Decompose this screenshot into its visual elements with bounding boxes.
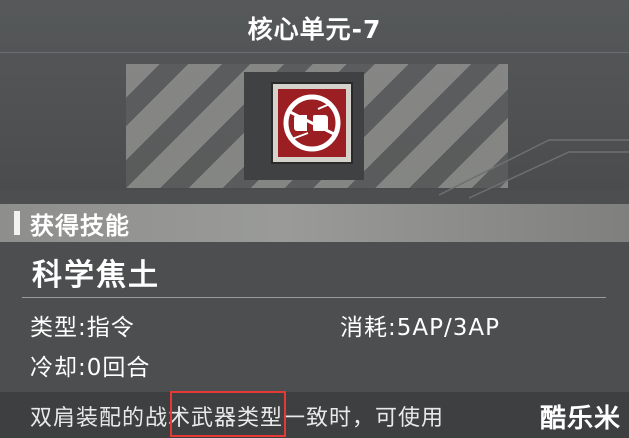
unit-detail-screen: 核心单元-7 获得技能 科学焦土 类型:指令 消耗:5AP/3AP 冷却:0回合… [0, 0, 629, 438]
unit-title: 核心单元-7 [247, 15, 382, 44]
skill-name: 科学焦土 [32, 258, 160, 293]
header-divider [0, 52, 629, 53]
decorative-lines [438, 139, 629, 199]
skill-cost: 消耗:5AP/3AP [340, 315, 500, 341]
skill-icon[interactable] [271, 82, 353, 164]
skill-icon-background [278, 89, 346, 157]
scorched-earth-icon [283, 94, 341, 152]
section-marker [14, 211, 20, 235]
watermark: 酷乐米 [539, 404, 621, 434]
divider [22, 297, 606, 298]
section-title: 获得技能 [30, 212, 130, 240]
skill-type: 类型:指令 [30, 315, 135, 341]
highlight-box [170, 391, 286, 437]
skill-cooldown: 冷却:0回合 [30, 355, 151, 381]
